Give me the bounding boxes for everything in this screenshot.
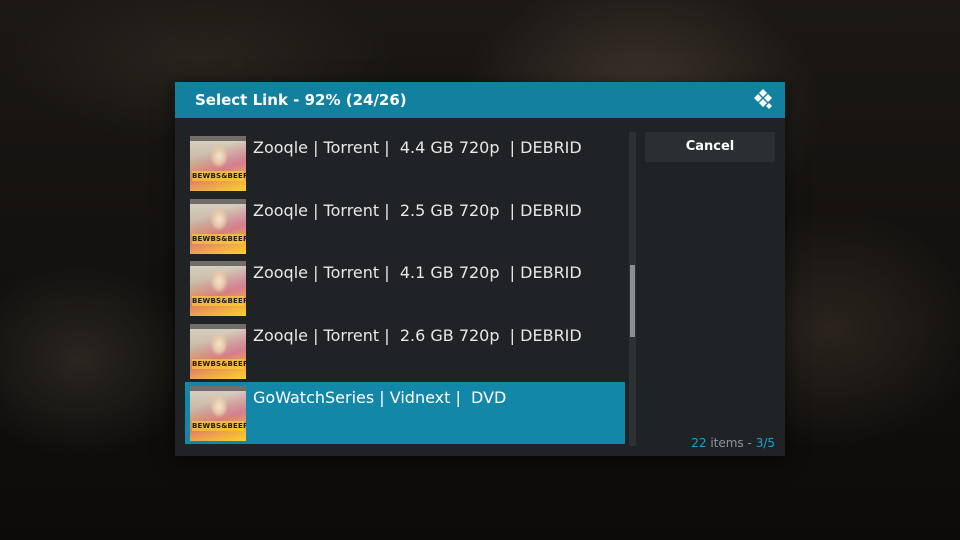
list-scrollbar[interactable] <box>629 132 636 446</box>
link-item[interactable]: BEWBS&BEER Zooqle | Torrent | 2.6 GB 720p… <box>185 320 625 382</box>
link-thumbnail: BEWBS&BEER <box>190 386 246 441</box>
link-thumbnail: BEWBS&BEER <box>190 261 246 316</box>
cancel-button[interactable]: Cancel <box>645 132 775 162</box>
link-label: Zooqle | Torrent | 4.1 GB 720p | DEBRID <box>253 263 582 282</box>
thumbnail-caption: BEWBS&BEER <box>192 421 246 431</box>
item-count-value: 22 <box>691 436 707 450</box>
dialog-header: Select Link - 92% (24/26) <box>175 82 785 118</box>
page-indicator: 3/5 <box>755 436 775 450</box>
thumbnail-top-band <box>190 261 246 266</box>
item-count-status: 22 items - 3/5 <box>691 436 775 450</box>
link-label: Zooqle | Torrent | 2.6 GB 720p | DEBRID <box>253 325 582 345</box>
link-thumbnail: BEWBS&BEER <box>190 323 246 379</box>
select-link-dialog: Select Link - 92% (24/26) BEWBS&BEER Zooq… <box>175 82 785 456</box>
thumbnail-caption: BEWBS&BEER <box>192 171 246 181</box>
link-item[interactable]: BEWBS&BEER Zooqle | Torrent | 4.1 GB 720p… <box>185 257 625 319</box>
link-label: GoWatchSeries | Vidnext | DVD <box>253 388 507 407</box>
item-count-separator: - <box>747 436 752 450</box>
link-label: Zooqle | Torrent | 2.5 GB 720p | DEBRID <box>253 200 582 220</box>
link-label: Zooqle | Torrent | 4.4 GB 720p | DEBRID <box>253 138 582 157</box>
link-item[interactable]: BEWBS&BEER Zooqle | Torrent | 2.5 GB 720p… <box>185 195 625 257</box>
link-thumbnail: BEWBS&BEER <box>190 198 246 254</box>
kodi-logo-icon <box>754 89 772 109</box>
thumbnail-caption: BEWBS&BEER <box>192 233 246 244</box>
thumbnail-caption: BEWBS&BEER <box>192 358 246 369</box>
dialog-title: Select Link - 92% (24/26) <box>195 91 407 109</box>
item-count-label: items <box>710 436 744 450</box>
link-thumbnail: BEWBS&BEER <box>190 136 246 191</box>
thumbnail-top-band <box>190 323 246 329</box>
thumbnail-top-band <box>190 198 246 204</box>
scrollbar-thumb[interactable] <box>630 264 635 338</box>
thumbnail-caption: BEWBS&BEER <box>192 296 246 306</box>
link-item[interactable]: BEWBS&BEER Zooqle | Torrent | 4.4 GB 720p… <box>185 132 625 194</box>
thumbnail-top-band <box>190 386 246 391</box>
side-panel: Cancel <box>645 132 775 162</box>
link-list[interactable]: BEWBS&BEER Zooqle | Torrent | 4.4 GB 720p… <box>185 132 625 446</box>
link-item[interactable]: BEWBS&BEER GoWatchSeries | Vidnext | DVD <box>185 382 625 444</box>
thumbnail-top-band <box>190 136 246 141</box>
